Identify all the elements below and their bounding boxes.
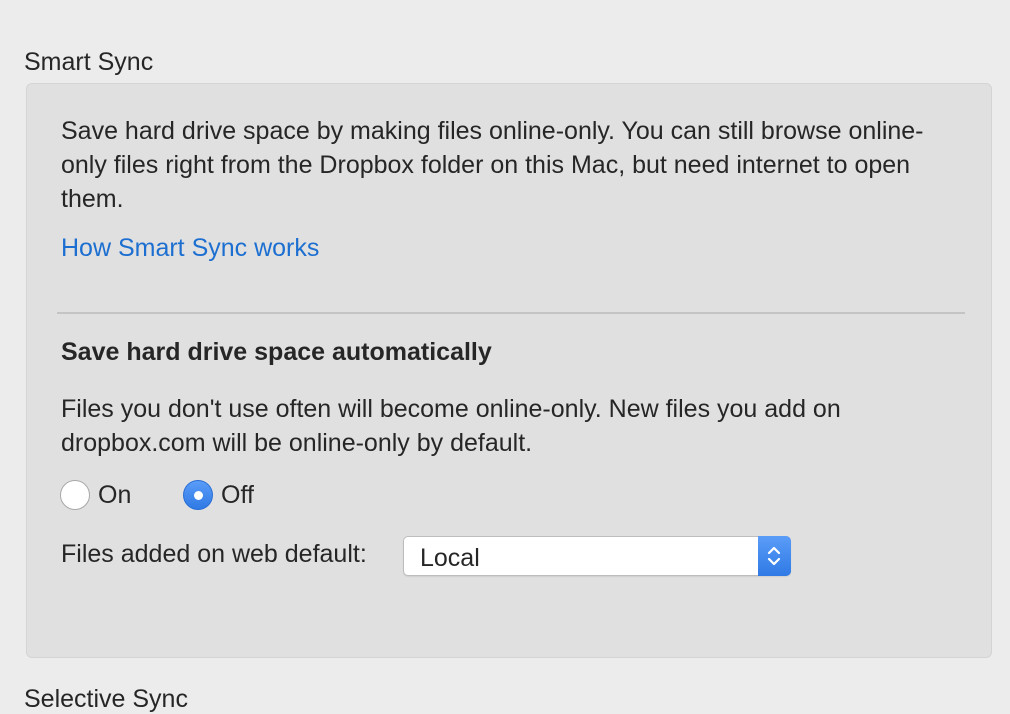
chevron-up-down-icon[interactable]: [758, 536, 791, 576]
smart-sync-section-title: Smart Sync: [24, 48, 154, 76]
smart-sync-description: Save hard drive space by making files on…: [61, 117, 924, 213]
smart-sync-group-box: Save hard drive space by making files on…: [26, 83, 992, 658]
radio-selected-icon[interactable]: [183, 480, 213, 510]
auto-save-description: Files you don't use often will become on…: [61, 395, 841, 457]
radio-option-off[interactable]: Off: [183, 480, 254, 510]
selective-sync-section-title: Selective Sync: [24, 685, 188, 713]
section-divider: [57, 312, 965, 314]
web-default-select[interactable]: Local: [403, 536, 791, 576]
auto-save-heading: Save hard drive space automatically: [61, 338, 492, 366]
radio-label-off[interactable]: Off: [221, 481, 254, 510]
how-smart-sync-works-link[interactable]: How Smart Sync works: [61, 234, 319, 263]
web-default-label: Files added on web default:: [61, 540, 367, 568]
radio-unselected-icon[interactable]: [60, 480, 90, 510]
radio-label-on[interactable]: On: [98, 481, 131, 510]
web-default-selected-value: Local: [420, 544, 480, 572]
radio-option-on[interactable]: On: [60, 480, 131, 510]
